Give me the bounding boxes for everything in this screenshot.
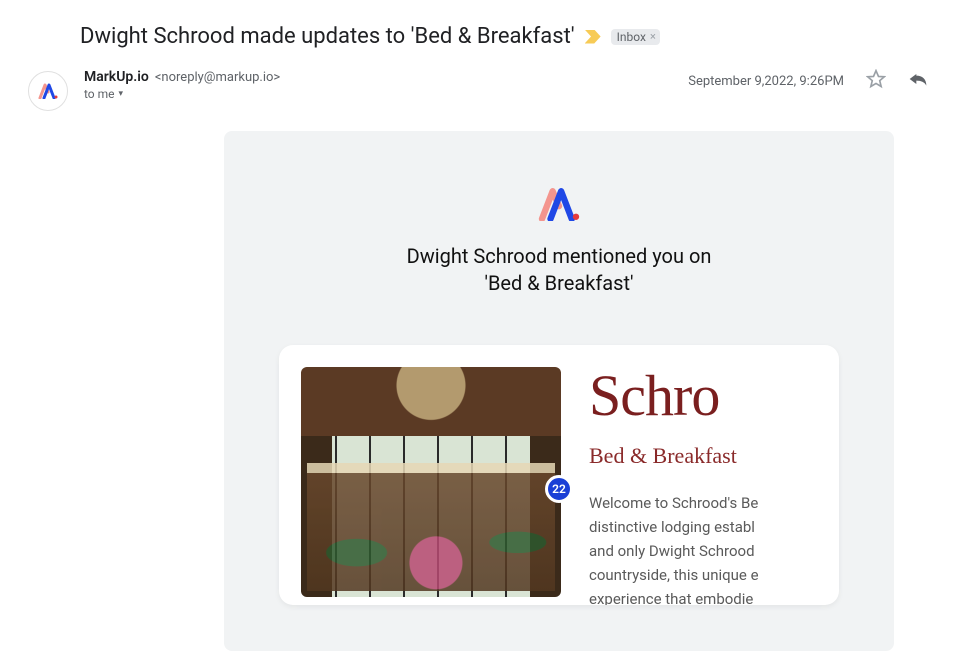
- sender-name: MarkUp.io: [84, 69, 149, 85]
- inbox-label-chip[interactable]: Inbox ×: [611, 29, 660, 45]
- annotation-count-badge[interactable]: 22: [545, 475, 573, 503]
- recipient-text: to me: [84, 87, 115, 101]
- important-marker-icon[interactable]: [585, 30, 601, 44]
- desc-line: Welcome to Schrood's Be: [589, 494, 758, 512]
- recipient-dropdown[interactable]: to me ▾: [84, 87, 672, 101]
- email-timestamp: September 9,2022, 9:26PM: [688, 74, 844, 89]
- subject-row: Dwight Schrood made updates to 'Bed & Br…: [28, 24, 928, 49]
- desc-line: countryside, this unique e: [589, 566, 759, 584]
- sender-email: <noreply@markup.io>: [155, 70, 280, 85]
- preview-description: Welcome to Schrood's Be distinctive lodg…: [589, 491, 817, 605]
- preview-brand-title: Schro: [589, 367, 817, 425]
- reply-icon[interactable]: [908, 70, 928, 92]
- email-header: MarkUp.io <noreply@markup.io> to me ▾ Se…: [28, 69, 928, 111]
- markup-logo-icon: [537, 187, 581, 221]
- headline-line-1: Dwight Schrood mentioned you on: [407, 244, 712, 268]
- email-body: Dwight Schrood mentioned you on 'Bed & B…: [224, 131, 894, 651]
- star-icon[interactable]: [866, 69, 886, 93]
- notification-headline: Dwight Schrood mentioned you on 'Bed & B…: [224, 243, 894, 297]
- preview-card[interactable]: 22 Schro Bed & Breakfast Welcome to Schr…: [279, 345, 839, 605]
- inbox-label-text: Inbox: [617, 30, 646, 44]
- preview-brand-subtitle: Bed & Breakfast: [589, 443, 817, 469]
- sender-avatar[interactable]: [28, 71, 68, 111]
- preview-image: 22: [301, 367, 561, 597]
- headline-line-2: 'Bed & Breakfast': [484, 271, 633, 295]
- desc-line: distinctive lodging establ: [589, 518, 755, 536]
- close-icon[interactable]: ×: [650, 30, 656, 43]
- desc-line: experience that embodie: [589, 590, 753, 605]
- chevron-down-icon: ▾: [119, 89, 124, 99]
- desc-line: and only Dwight Schrood: [589, 542, 755, 560]
- email-subject: Dwight Schrood made updates to 'Bed & Br…: [80, 24, 575, 49]
- markup-logo-icon: [38, 83, 58, 99]
